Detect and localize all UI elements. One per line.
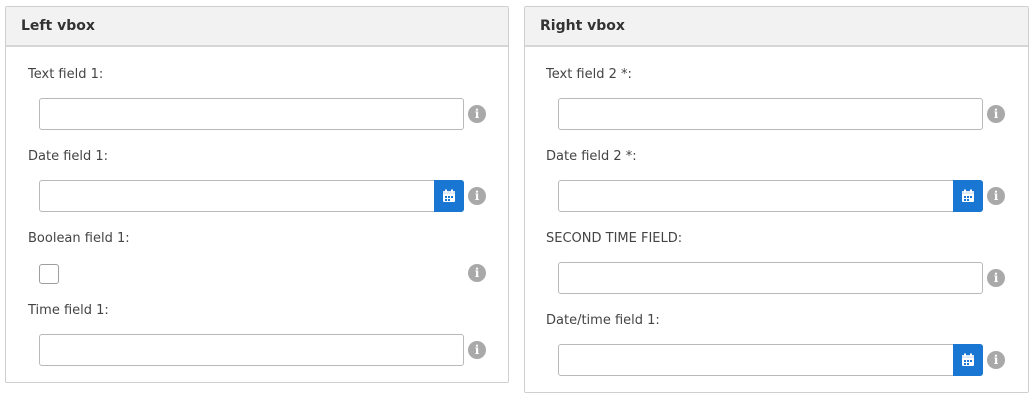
second-time-field-label: SECOND TIME FIELD: <box>546 231 683 246</box>
second-time-field-info-icon[interactable]: i <box>987 269 1005 287</box>
boolean-field-1-label: Boolean field 1: <box>28 231 130 246</box>
text-field-1-info-icon[interactable]: i <box>468 105 486 123</box>
datetime-field-1-input[interactable] <box>558 344 983 376</box>
right-vbox-header: Right vbox <box>525 7 1028 47</box>
text-field-2-label: Text field 2 *: <box>546 67 632 82</box>
text-field-1-label: Text field 1: <box>28 67 104 82</box>
text-field-2-input[interactable] <box>558 98 983 130</box>
date-field-2-calendar-button[interactable] <box>953 180 983 212</box>
time-field-1-input[interactable] <box>39 334 464 366</box>
text-field-1-input[interactable] <box>39 98 464 130</box>
time-field-1-info-icon[interactable]: i <box>468 341 486 359</box>
date-field-2-label: Date field 2 *: <box>546 149 637 164</box>
datetime-field-1-calendar-button[interactable] <box>953 344 983 376</box>
datetime-field-1-label: Date/time field 1: <box>546 313 660 328</box>
boolean-field-1-info-icon[interactable]: i <box>468 264 486 282</box>
date-field-1-label: Date field 1: <box>28 149 109 164</box>
date-field-2-input[interactable] <box>558 180 983 212</box>
calendar-icon <box>443 189 455 202</box>
left-vbox-panel: Left vbox Text field 1: i Date field 1: … <box>5 6 509 383</box>
right-vbox-title: Right vbox <box>540 18 625 34</box>
left-vbox-title: Left vbox <box>21 18 95 34</box>
boolean-field-1-checkbox[interactable] <box>39 264 59 284</box>
datetime-field-1-info-icon[interactable]: i <box>987 351 1005 369</box>
date-field-1-calendar-button[interactable] <box>434 180 464 212</box>
calendar-icon <box>962 353 974 366</box>
calendar-icon <box>962 189 974 202</box>
right-vbox-panel: Right vbox Text field 2 *: i Date field … <box>524 6 1029 393</box>
date-field-2-info-icon[interactable]: i <box>987 187 1005 205</box>
left-vbox-header: Left vbox <box>6 7 508 47</box>
date-field-1-info-icon[interactable]: i <box>468 187 486 205</box>
time-field-1-label: Time field 1: <box>28 303 109 318</box>
text-field-2-info-icon[interactable]: i <box>987 105 1005 123</box>
second-time-field-input[interactable] <box>558 262 983 294</box>
date-field-1-input[interactable] <box>39 180 464 212</box>
